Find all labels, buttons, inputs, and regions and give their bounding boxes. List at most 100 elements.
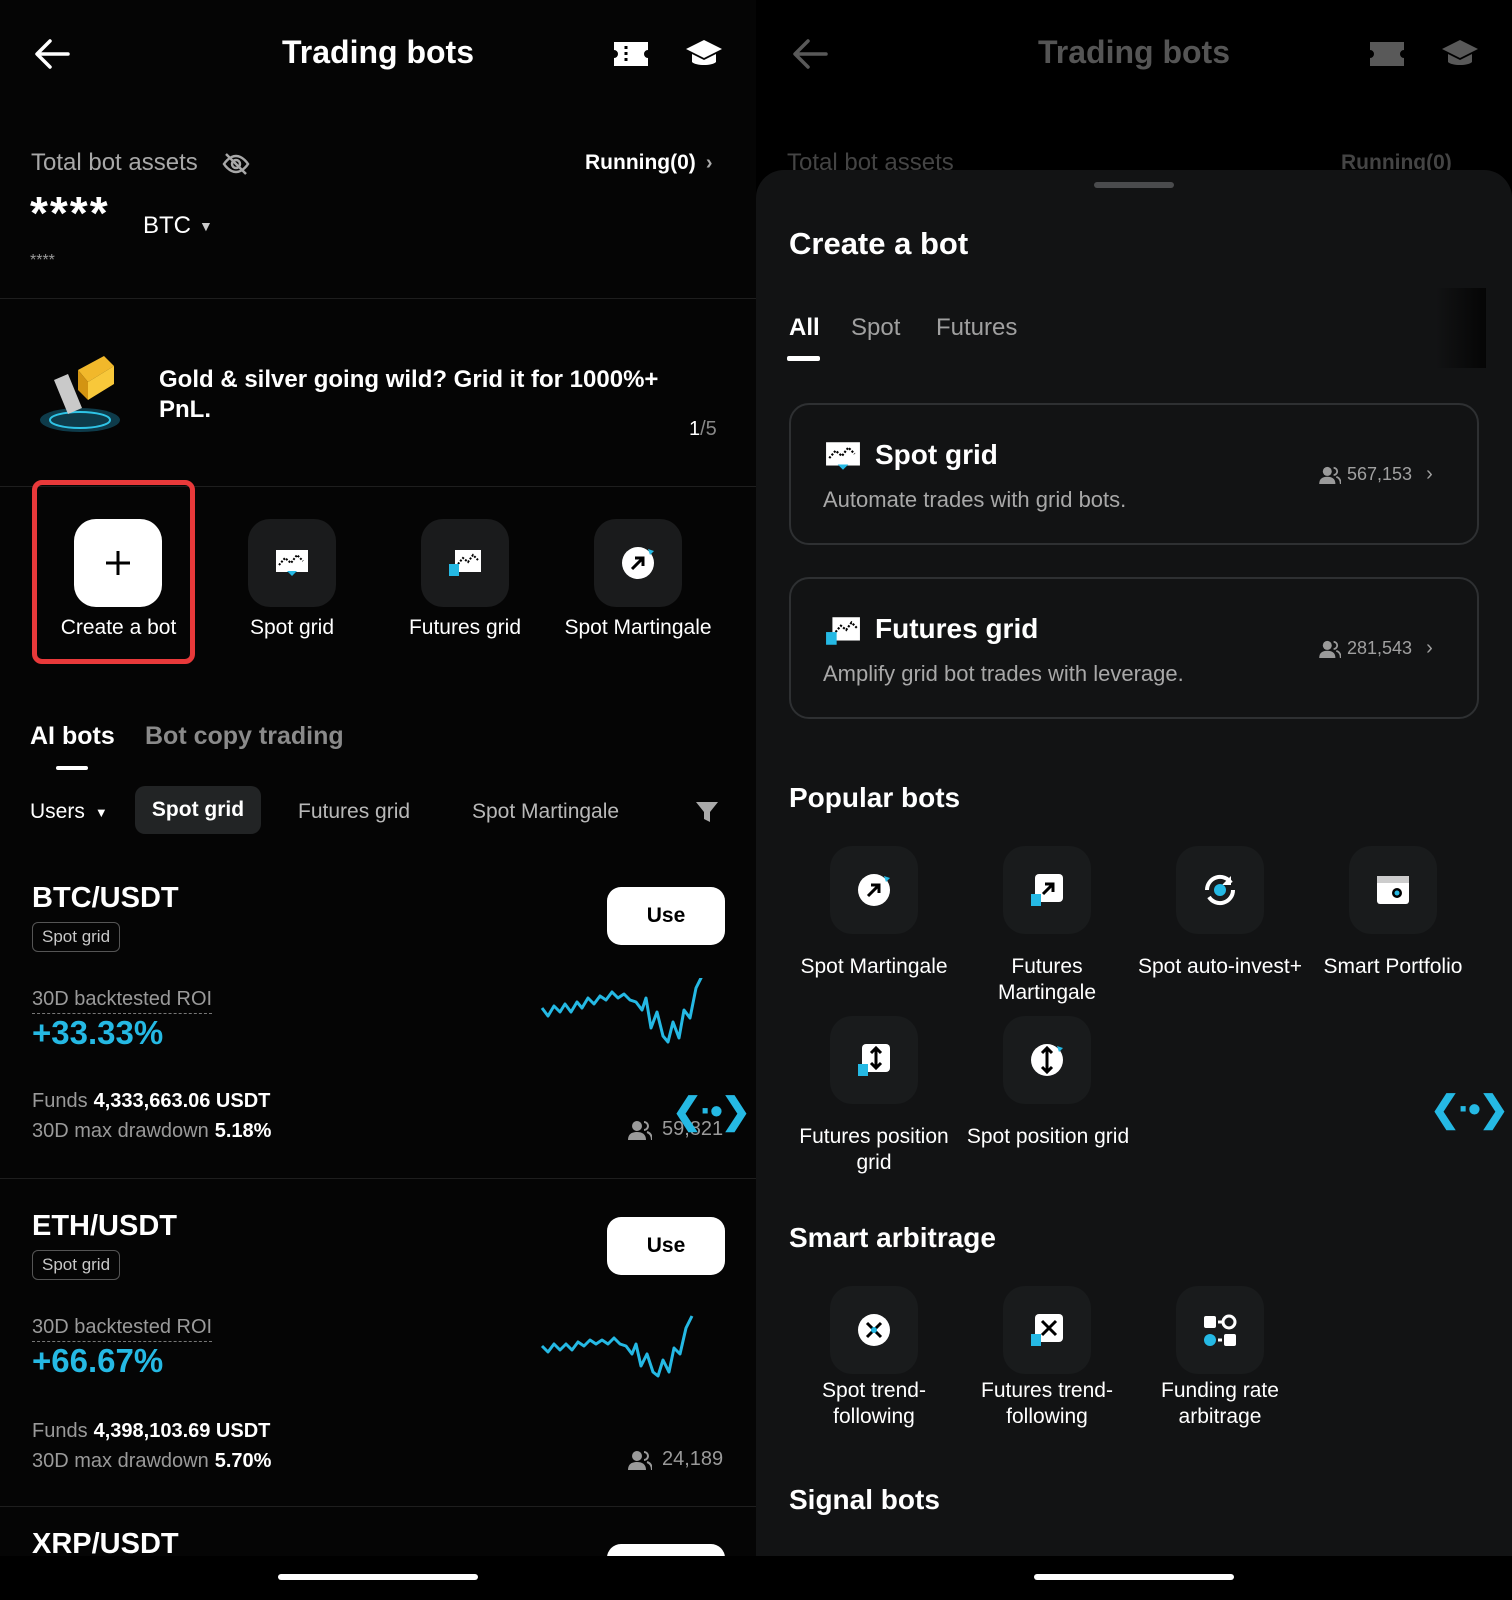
users-count: 567,153 ›: [1319, 463, 1433, 486]
drag-handle-icon[interactable]: ❮·•❯: [1430, 1088, 1509, 1130]
roi-label: 30D backtested ROI: [32, 988, 213, 1014]
popular-smart-portfolio[interactable]: [1349, 846, 1437, 934]
users-sort-dropdown[interactable]: Users ▼: [30, 800, 108, 824]
use-button[interactable]: Use: [607, 887, 725, 945]
tab-bot-copy-trading[interactable]: Bot copy trading: [145, 722, 344, 751]
tab-ai-bots[interactable]: AI bots: [30, 722, 115, 751]
roi-value: +66.67%: [32, 1342, 164, 1379]
eye-hidden-icon[interactable]: [222, 152, 250, 176]
tabs-fade: [1436, 288, 1486, 368]
roi-value: +33.33%: [32, 1014, 164, 1051]
popular-spot-auto-invest[interactable]: [1176, 846, 1264, 934]
spot-grid-card[interactable]: Spot grid Automate trades with grid bots…: [789, 403, 1479, 545]
futures-grid-card[interactable]: Futures grid Amplify grid bot trades wit…: [789, 577, 1479, 719]
total-assets-label: Total bot assets: [31, 149, 198, 176]
chip-futures-grid[interactable]: Futures grid: [298, 800, 410, 824]
popular-spot-auto-invest-label[interactable]: Spot auto-invest+: [1128, 954, 1312, 980]
martingale-icon: [856, 872, 892, 908]
martingale-icon: [620, 545, 656, 581]
popular-futures-position-grid-label[interactable]: Futures position grid: [786, 1124, 962, 1176]
roi-sparkline: [540, 978, 722, 1060]
filter-icon[interactable]: [694, 800, 720, 824]
create-bot-button[interactable]: [74, 519, 162, 607]
popular-futures-position-grid[interactable]: [830, 1016, 918, 1104]
futures-grid-button[interactable]: [421, 519, 509, 607]
graduation-cap-icon[interactable]: [684, 38, 724, 72]
promo-banner-text[interactable]: Gold & silver going wild? Grid it for 10…: [159, 365, 679, 425]
plus-icon: [104, 549, 132, 577]
currency-label: BTC: [143, 212, 191, 239]
bot-card[interactable]: XRP/USDT: [0, 1510, 756, 1556]
banner-total: /5: [700, 418, 717, 440]
popular-spot-martingale[interactable]: [830, 846, 918, 934]
users-value: 24,189: [662, 1448, 724, 1470]
popular-smart-portfolio-label[interactable]: Smart Portfolio: [1302, 954, 1484, 980]
arb-futures-trend-following[interactable]: [1003, 1286, 1091, 1374]
funds-label: Funds: [32, 1090, 88, 1112]
users-icon: [628, 1120, 652, 1140]
popular-spot-position-grid[interactable]: [1003, 1016, 1091, 1104]
drawdown-row: 30D max drawdown 5.70%: [32, 1450, 271, 1473]
spot-trend-icon: [856, 1312, 892, 1348]
caret-down-icon: ▼: [199, 218, 213, 234]
bot-name: Futures grid: [875, 613, 1039, 644]
spot-grid-label[interactable]: Spot grid: [212, 616, 372, 640]
popular-spot-position-grid-label[interactable]: Spot position grid: [956, 1124, 1140, 1150]
spot-grid-button[interactable]: [248, 519, 336, 607]
futures-martingale-icon: [1029, 872, 1065, 908]
users-value: 567,153: [1347, 464, 1413, 484]
arb-spot-trend-following[interactable]: [830, 1286, 918, 1374]
spot-martingale-button[interactable]: [594, 519, 682, 607]
chevron-right-icon: ›: [705, 151, 713, 174]
drawdown-row: 30D max drawdown 5.18%: [32, 1120, 271, 1143]
strategy-tag: Spot grid: [32, 922, 121, 952]
tab-futures[interactable]: Futures: [936, 314, 1017, 342]
spot-grid-icon: [275, 549, 309, 577]
tab-indicator: [787, 356, 820, 361]
running-link[interactable]: Running(0) ›: [585, 151, 712, 175]
bot-card[interactable]: ETH/USDT Spot grid Use 30D backtested RO…: [0, 1190, 756, 1508]
sheet-title: Create a bot: [789, 226, 969, 261]
chip-spot-grid[interactable]: Spot grid: [135, 786, 261, 834]
ticket-icon[interactable]: [612, 40, 650, 68]
use-button[interactable]: Use: [607, 1217, 725, 1275]
tab-spot[interactable]: Spot: [851, 314, 900, 342]
use-button[interactable]: [607, 1544, 725, 1556]
assets-sub-value: ****: [30, 252, 55, 269]
divider: [0, 298, 756, 299]
create-bot-label[interactable]: Create a bot: [40, 616, 197, 640]
popular-spot-martingale-label[interactable]: Spot Martingale: [789, 954, 959, 980]
tab-all[interactable]: All: [789, 314, 820, 342]
home-indicator: [278, 1574, 478, 1580]
tab-indicator: [56, 766, 88, 770]
pair-name: ETH/USDT: [32, 1210, 177, 1242]
signal-bots-title: Signal bots: [789, 1484, 940, 1515]
bot-card[interactable]: BTC/USDT Spot grid Use 30D backtested RO…: [0, 860, 756, 1178]
bot-description: Amplify grid bot trades with leverage.: [823, 661, 1184, 686]
divider: [0, 1178, 756, 1179]
users-sort-label: Users: [30, 800, 85, 823]
spot-martingale-label[interactable]: Spot Martingale: [554, 616, 722, 640]
arb-funding-rate-arbitrage-label[interactable]: Funding rate arbitrage: [1135, 1378, 1305, 1430]
futures-grid-label[interactable]: Futures grid: [385, 616, 545, 640]
users-icon: [1319, 640, 1341, 658]
arb-funding-rate-arbitrage[interactable]: [1176, 1286, 1264, 1374]
divider: [0, 1506, 756, 1507]
drag-handle-icon[interactable]: ❮·•❯: [672, 1090, 751, 1132]
chip-spot-martingale[interactable]: Spot Martingale: [472, 800, 619, 824]
portfolio-icon: [1375, 874, 1411, 906]
home-indicator: [1034, 1574, 1234, 1580]
popular-futures-martingale[interactable]: [1003, 846, 1091, 934]
drawdown-value: 5.70%: [214, 1450, 272, 1472]
create-bot-sheet: Create a bot All Spot Futures Spot grid …: [756, 170, 1512, 1556]
arb-futures-trend-following-label[interactable]: Futures trend-following: [962, 1378, 1132, 1430]
currency-selector[interactable]: BTC ▼: [143, 212, 213, 240]
sheet-drag-handle[interactable]: [1094, 182, 1174, 188]
popular-futures-martingale-label[interactable]: Futures Martingale: [962, 954, 1132, 1006]
funds-row: Funds 4,398,103.69 USDT: [32, 1420, 270, 1443]
spot-grid-icon: [825, 441, 861, 471]
arb-spot-trend-following-label[interactable]: Spot trend-following: [789, 1378, 959, 1430]
funds-value: 4,333,663.06 USDT: [93, 1090, 271, 1112]
funds-label: Funds: [32, 1420, 88, 1442]
auto-invest-icon: [1201, 872, 1239, 908]
